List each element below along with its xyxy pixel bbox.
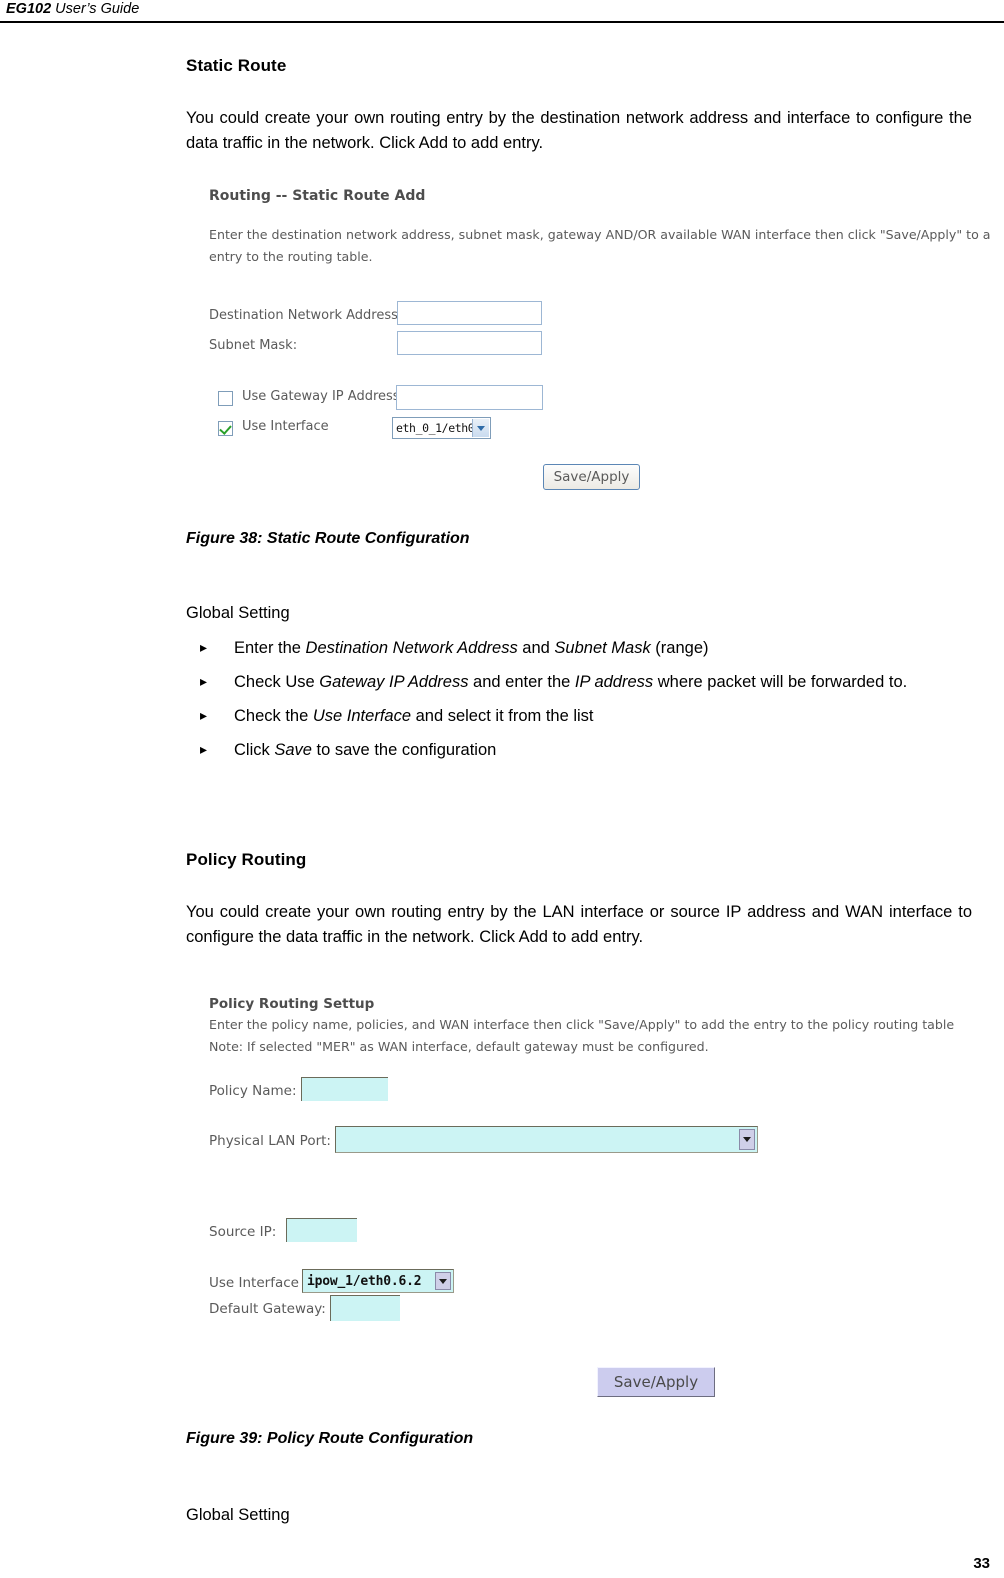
gateway-ip-address-input[interactable]: [396, 385, 543, 410]
figure39-use-interface-select-value: ipow_1/eth0.6.2: [307, 1273, 422, 1289]
figure39-description-line2: Note: If selected "MER" as WAN interface…: [209, 1039, 709, 1054]
header-brand: EG102: [6, 1, 52, 17]
chevron-down-icon[interactable]: [472, 419, 489, 437]
list-item: ▸ Check Use Gateway IP Address and enter…: [186, 670, 972, 695]
figure39-label-use-interface: Use Interface: [209, 1275, 299, 1291]
figure39-label-source-ip: Source IP:: [209, 1224, 277, 1240]
figure38-label-use-interface: Use Interface: [242, 419, 329, 434]
policy-routing-paragraph: You could create your own routing entry …: [186, 903, 972, 946]
figure38-save-apply-button[interactable]: Save/Apply: [543, 464, 640, 490]
page-title-static-route: Static Route: [186, 56, 287, 75]
static-route-bullet-list: ▸ Enter the Destination Network Address …: [186, 636, 972, 763]
list-item: ▸ Click Save to save the configuration: [186, 738, 972, 763]
destination-network-address-input[interactable]: [397, 301, 542, 325]
list-item: ▸ Check the Use Interface and select it …: [186, 704, 972, 729]
physical-lan-port-select[interactable]: [335, 1126, 758, 1153]
policy-routing-global-setting-label: Global Setting: [186, 1506, 290, 1524]
bullet-arrow-icon: ▸: [200, 707, 208, 723]
figure38-label-destination-network-address: Destination Network Address:: [209, 308, 403, 323]
figure38-description-line2: entry to the routing table.: [209, 249, 373, 264]
list-item-text: Check Use Gateway IP Address and enter t…: [234, 673, 908, 691]
list-item: ▸ Enter the Destination Network Address …: [186, 636, 972, 661]
static-route-global-setting-wrap: Global Setting: [186, 601, 972, 626]
figure-38-caption-wrap: Figure 38: Static Route Configuration: [186, 530, 972, 548]
default-gateway-input[interactable]: [330, 1295, 400, 1321]
header-title: EG102 User’s Guide: [6, 1, 139, 17]
list-item-text: Click Save to save the configuration: [234, 741, 497, 759]
chevron-down-icon[interactable]: [739, 1129, 755, 1150]
figure-39-screenshot: Policy Routing Settup Enter the policy n…: [190, 985, 1004, 1410]
static-route-paragraph: You could create your own routing entry …: [186, 109, 972, 152]
bullet-arrow-icon: ▸: [200, 639, 208, 655]
source-ip-input[interactable]: [286, 1218, 357, 1242]
figure38-panel-title: Routing -- Static Route Add: [209, 188, 426, 204]
use-gateway-ip-address-checkbox[interactable]: [218, 391, 233, 406]
static-route-bullet-list-wrap: ▸ Enter the Destination Network Address …: [186, 636, 972, 772]
figure39-label-default-gateway: Default Gateway:: [209, 1301, 326, 1317]
figure39-use-interface-select[interactable]: ipow_1/eth0.6.2: [302, 1269, 454, 1293]
header-divider: [0, 21, 1004, 23]
bullet-arrow-icon: ▸: [200, 741, 208, 757]
figure38-label-use-gateway-ip-address: Use Gateway IP Address: [242, 389, 400, 404]
static-route-heading-wrap: Static Route: [186, 56, 972, 76]
policy-routing-global-setting-wrap: Global Setting: [186, 1503, 972, 1528]
figure38-label-subnet-mask: Subnet Mask:: [209, 338, 298, 353]
policy-name-input[interactable]: [301, 1077, 388, 1101]
policy-routing-paragraph-wrap: You could create your own routing entry …: [186, 900, 972, 950]
figure39-description-line1: Enter the policy name, policies, and WAN…: [209, 1017, 955, 1032]
figure39-label-physical-lan-port: Physical LAN Port:: [209, 1133, 331, 1149]
static-route-paragraph-wrap: You could create your own routing entry …: [186, 106, 972, 156]
figure-39-caption-wrap: Figure 39: Policy Route Configuration: [186, 1430, 972, 1448]
list-item-text: Check the Use Interface and select it fr…: [234, 707, 594, 725]
list-item-text: Enter the Destination Network Address an…: [234, 639, 709, 657]
use-interface-checkbox[interactable]: [218, 421, 233, 436]
figure-38-screenshot: Routing -- Static Route Add Enter the de…: [190, 183, 990, 508]
figure38-description-line1: Enter the destination network address, s…: [209, 227, 990, 242]
policy-routing-heading-wrap: Policy Routing: [186, 850, 972, 870]
chevron-down-icon[interactable]: [435, 1272, 451, 1290]
document-page: EG102 User’s Guide Static Route You coul…: [0, 0, 1004, 1578]
subnet-mask-input[interactable]: [397, 331, 542, 355]
figure39-label-policy-name: Policy Name:: [209, 1083, 297, 1099]
header-subtitle: User’s Guide: [51, 1, 140, 17]
figure39-panel-title: Policy Routing Settup: [209, 996, 375, 1012]
page-header: EG102 User’s Guide: [0, 0, 1004, 30]
figure39-save-apply-button[interactable]: Save/Apply: [597, 1367, 715, 1397]
static-route-global-setting-label: Global Setting: [186, 604, 290, 622]
figure-39-caption: Figure 39: Policy Route Configuration: [186, 1430, 474, 1447]
page-number: 33: [973, 1555, 990, 1572]
bullet-arrow-icon: ▸: [200, 673, 208, 689]
use-interface-select[interactable]: eth_0_1/eth0.2: [392, 417, 491, 439]
figure-38-caption: Figure 38: Static Route Configuration: [186, 530, 470, 547]
page-title-policy-routing: Policy Routing: [186, 850, 307, 869]
